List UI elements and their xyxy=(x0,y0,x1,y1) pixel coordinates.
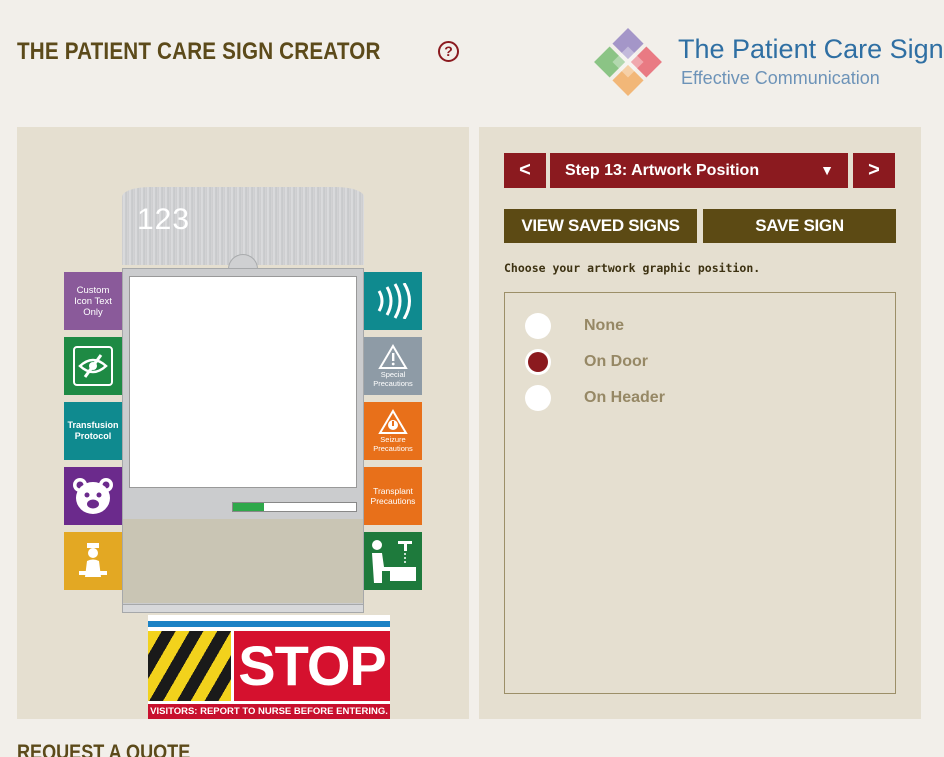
door-slider-fill xyxy=(233,503,264,511)
stop-blue-stripe xyxy=(148,621,390,627)
option-on-door[interactable]: On Door xyxy=(525,349,648,375)
help-icon[interactable]: ? xyxy=(438,41,459,62)
instruction-text: Choose your artwork graphic position. xyxy=(504,261,761,275)
tile-hearing[interactable] xyxy=(364,272,422,330)
request-quote-heading: REQUEST A QUOTE xyxy=(17,741,191,757)
door-slider[interactable] xyxy=(232,502,357,512)
sign-preview-panel: 123 Custom Icon Text Only Transfusion Pr… xyxy=(17,127,469,719)
warning-triangle-icon xyxy=(378,344,408,369)
door-base xyxy=(123,604,363,612)
logo-title: The Patient Care Sign xyxy=(678,34,944,64)
tile-transfusion[interactable]: Transfusion Protocol xyxy=(64,402,122,460)
chevron-left-icon: < xyxy=(519,159,531,181)
chevron-right-icon: > xyxy=(868,159,880,181)
logo-subtitle: Effective Communication xyxy=(681,68,880,88)
caret-down-icon: ▼ xyxy=(820,162,834,178)
hand-washing-icon xyxy=(372,540,416,583)
save-sign-button[interactable]: SAVE SIGN xyxy=(703,209,896,243)
teddy-bear-icon xyxy=(73,478,113,514)
tile-visual-impairment[interactable] xyxy=(64,337,122,395)
stop-message: VISITORS: REPORT TO NURSE BEFORE ENTERIN… xyxy=(148,704,390,719)
radio-none[interactable] xyxy=(525,313,551,339)
radio-on-header[interactable] xyxy=(525,385,551,411)
tile-custom-icon[interactable]: Custom Icon Text Only xyxy=(64,272,122,330)
controls-panel: < Step 13: Artwork Position ▼ > VIEW SAV… xyxy=(479,127,921,719)
tile-hand-washing[interactable] xyxy=(364,532,422,590)
tile-special-precautions-label: Special Precautions xyxy=(373,370,413,388)
step-select-value: Step 13: Artwork Position xyxy=(565,162,760,179)
sound-waves-icon xyxy=(377,283,411,319)
option-on-door-label: On Door xyxy=(584,353,648,370)
tile-custom-icon-label: Custom Icon Text Only xyxy=(74,284,112,318)
door-lower-panel xyxy=(123,519,363,603)
room-number: 123 xyxy=(137,203,191,236)
next-step-button[interactable]: > xyxy=(853,153,895,188)
tile-seizure-precautions[interactable]: Seizure Precautions xyxy=(364,402,422,460)
stop-sign[interactable]: STOP VISITORS: REPORT TO NURSE BEFORE EN… xyxy=(148,615,390,719)
door-frame xyxy=(122,268,364,613)
tile-transfusion-label: Transfusion Protocol xyxy=(67,420,119,441)
app-title: THE PATIENT CARE SIGN CREATOR xyxy=(17,38,381,65)
tile-special-precautions[interactable]: Special Precautions xyxy=(364,337,422,395)
stop-word: STOP xyxy=(234,631,390,701)
step-select[interactable]: Step 13: Artwork Position ▼ xyxy=(550,153,848,188)
nurse-icon xyxy=(79,543,107,577)
seizure-icon xyxy=(378,409,408,434)
radio-on-door[interactable] xyxy=(525,349,551,375)
eye-slash-icon xyxy=(73,346,113,386)
tile-transplant-precautions[interactable]: Transplant Precautions xyxy=(364,467,422,525)
hazard-stripes xyxy=(148,631,231,701)
door-window[interactable] xyxy=(129,276,357,488)
tile-nurse[interactable] xyxy=(64,532,122,590)
tile-transplant-precautions-label: Transplant Precautions xyxy=(370,486,416,506)
prev-step-button[interactable]: < xyxy=(504,153,546,188)
tile-seizure-precautions-label: Seizure Precautions xyxy=(373,435,413,453)
logo: The Patient Care Sign Effective Communic… xyxy=(592,26,944,98)
position-options: None On Door On Header xyxy=(504,292,896,694)
option-none[interactable]: None xyxy=(525,313,624,339)
option-on-header-label: On Header xyxy=(584,389,665,406)
option-on-header[interactable]: On Header xyxy=(525,385,665,411)
view-saved-signs-button[interactable]: VIEW SAVED SIGNS xyxy=(504,209,697,243)
logo-mark-icon xyxy=(594,28,662,96)
tile-pediatric[interactable] xyxy=(64,467,122,525)
option-none-label: None xyxy=(584,317,624,334)
